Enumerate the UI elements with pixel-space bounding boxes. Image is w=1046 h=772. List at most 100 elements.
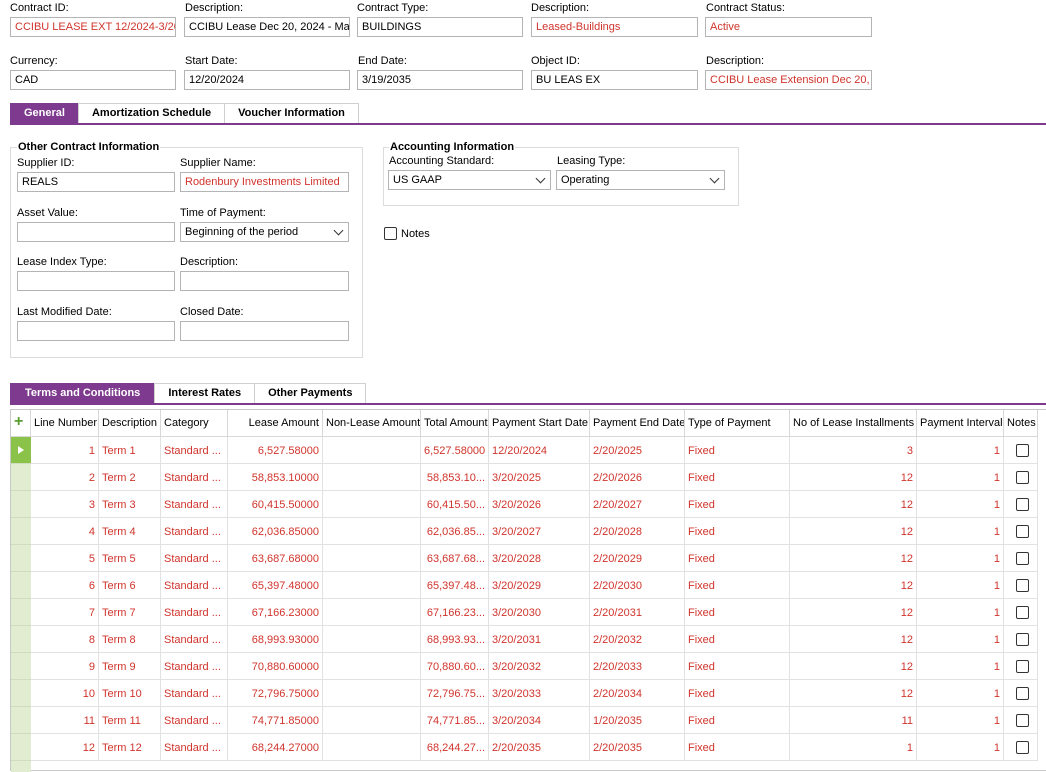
supplier-id-field[interactable]: REALS: [17, 172, 175, 192]
row-notes-checkbox[interactable]: [1016, 741, 1029, 754]
cell-line-number[interactable]: 11: [31, 707, 99, 734]
col-header-category[interactable]: Category: [161, 410, 228, 437]
cell-type-of-payment[interactable]: Fixed: [685, 545, 790, 572]
cell-payment-start-date[interactable]: 3/20/2034: [489, 707, 590, 734]
cell-payment-end-date[interactable]: 2/20/2031: [590, 599, 685, 626]
cell-lease-amount[interactable]: 68,244.27000: [228, 734, 323, 761]
row-selector[interactable]: [11, 599, 31, 626]
cell-line-number[interactable]: 6: [31, 572, 99, 599]
cell-payment-start-date[interactable]: 12/20/2024: [489, 437, 590, 464]
cell-line-number[interactable]: 9: [31, 653, 99, 680]
cell-payment-interval[interactable]: 1: [917, 545, 1004, 572]
cell-lease-amount[interactable]: 58,853.10000: [228, 464, 323, 491]
description2-field[interactable]: Leased-Buildings: [531, 17, 698, 37]
cell-total-amount[interactable]: 68,244.27...: [421, 734, 489, 761]
cell-payment-start-date[interactable]: 3/20/2031: [489, 626, 590, 653]
cell-line-number[interactable]: 2: [31, 464, 99, 491]
cell-total-amount[interactable]: 62,036.85...: [421, 518, 489, 545]
row-selector[interactable]: [11, 734, 31, 761]
col-header-non-lease-amount[interactable]: Non-Lease Amount: [323, 410, 421, 437]
cell-type-of-payment[interactable]: Fixed: [685, 491, 790, 518]
cell-non-lease-amount[interactable]: [323, 626, 421, 653]
cell-non-lease-amount[interactable]: [323, 572, 421, 599]
cell-non-lease-amount[interactable]: [323, 518, 421, 545]
supplier-name-field[interactable]: Rodenbury Investments Limited: [180, 172, 349, 192]
cell-line-number[interactable]: 10: [31, 680, 99, 707]
cell-lease-amount[interactable]: 65,397.48000: [228, 572, 323, 599]
cell-line-number[interactable]: 12: [31, 734, 99, 761]
cell-total-amount[interactable]: 58,853.10...: [421, 464, 489, 491]
col-header-notes[interactable]: Notes: [1004, 410, 1038, 437]
cell-lease-amount[interactable]: 6,527.58000: [228, 437, 323, 464]
cell-payment-end-date[interactable]: 2/20/2029: [590, 545, 685, 572]
cell-payment-end-date[interactable]: 2/20/2033: [590, 653, 685, 680]
cell-no-of-lease-installments[interactable]: 3: [790, 437, 917, 464]
cell-description[interactable]: Term 7: [99, 599, 161, 626]
row-notes-checkbox[interactable]: [1016, 687, 1029, 700]
cell-description[interactable]: Term 10: [99, 680, 161, 707]
cell-no-of-lease-installments[interactable]: 1: [790, 734, 917, 761]
cell-type-of-payment[interactable]: Fixed: [685, 680, 790, 707]
cell-no-of-lease-installments[interactable]: 12: [790, 491, 917, 518]
col-header-no-of-lease-installments[interactable]: No of Lease Installments: [790, 410, 917, 437]
cell-description[interactable]: Term 9: [99, 653, 161, 680]
row-notes-checkbox[interactable]: [1016, 444, 1029, 457]
cell-total-amount[interactable]: 67,166.23...: [421, 599, 489, 626]
cell-payment-end-date[interactable]: 2/20/2030: [590, 572, 685, 599]
cell-payment-end-date[interactable]: 2/20/2034: [590, 680, 685, 707]
cell-total-amount[interactable]: 68,993.93...: [421, 626, 489, 653]
cell-type-of-payment[interactable]: Fixed: [685, 653, 790, 680]
asset-value-field[interactable]: [17, 222, 175, 242]
tab-amortization-schedule[interactable]: Amortization Schedule: [77, 103, 226, 123]
contract-status-field[interactable]: Active: [705, 17, 872, 37]
row-selector[interactable]: [11, 518, 31, 545]
cell-line-number[interactable]: 5: [31, 545, 99, 572]
cell-payment-interval[interactable]: 1: [917, 626, 1004, 653]
cell-description[interactable]: Term 2: [99, 464, 161, 491]
contract-type-field[interactable]: BUILDINGS: [357, 17, 523, 37]
cell-type-of-payment[interactable]: Fixed: [685, 626, 790, 653]
col-header-payment-start-date[interactable]: Payment Start Date: [489, 410, 590, 437]
cell-type-of-payment[interactable]: Fixed: [685, 437, 790, 464]
tab-interest-rates[interactable]: Interest Rates: [154, 383, 256, 403]
cell-category[interactable]: Standard ...: [161, 518, 228, 545]
description1-field[interactable]: CCIBU Lease Dec 20, 2024 - March 19, 203…: [184, 17, 350, 37]
cell-total-amount[interactable]: 6,527.58000: [421, 437, 489, 464]
cell-non-lease-amount[interactable]: [323, 464, 421, 491]
row-notes-checkbox[interactable]: [1016, 660, 1029, 673]
lease-index-type-field[interactable]: [17, 271, 175, 291]
cell-payment-interval[interactable]: 1: [917, 707, 1004, 734]
cell-payment-interval[interactable]: 1: [917, 518, 1004, 545]
cell-total-amount[interactable]: 63,687.68...: [421, 545, 489, 572]
cell-description[interactable]: Term 12: [99, 734, 161, 761]
cell-lease-amount[interactable]: 74,771.85000: [228, 707, 323, 734]
cell-payment-start-date[interactable]: 3/20/2033: [489, 680, 590, 707]
cell-payment-end-date[interactable]: 2/20/2027: [590, 491, 685, 518]
cell-payment-end-date[interactable]: 2/20/2025: [590, 437, 685, 464]
cell-type-of-payment[interactable]: Fixed: [685, 707, 790, 734]
cell-payment-interval[interactable]: 1: [917, 599, 1004, 626]
cell-payment-start-date[interactable]: 3/20/2027: [489, 518, 590, 545]
cell-total-amount[interactable]: 72,796.75...: [421, 680, 489, 707]
tab-other-payments[interactable]: Other Payments: [254, 383, 367, 403]
cell-lease-amount[interactable]: 70,880.60000: [228, 653, 323, 680]
cell-non-lease-amount[interactable]: [323, 437, 421, 464]
cell-payment-end-date[interactable]: 2/20/2035: [590, 734, 685, 761]
cell-payment-interval[interactable]: 1: [917, 653, 1004, 680]
cell-lease-amount[interactable]: 68,993.93000: [228, 626, 323, 653]
cell-non-lease-amount[interactable]: [323, 680, 421, 707]
cell-payment-start-date[interactable]: 2/20/2035: [489, 734, 590, 761]
leasing-type-select[interactable]: Operating: [556, 170, 725, 190]
cell-category[interactable]: Standard ...: [161, 734, 228, 761]
cell-non-lease-amount[interactable]: [323, 491, 421, 518]
cell-description[interactable]: Term 5: [99, 545, 161, 572]
cell-payment-interval[interactable]: 1: [917, 572, 1004, 599]
end-date-field[interactable]: 3/19/2035: [357, 70, 523, 90]
cell-payment-start-date[interactable]: 3/20/2028: [489, 545, 590, 572]
row-selector[interactable]: [11, 464, 31, 491]
row-selector[interactable]: [11, 626, 31, 653]
cell-payment-end-date[interactable]: 2/20/2028: [590, 518, 685, 545]
cell-type-of-payment[interactable]: Fixed: [685, 464, 790, 491]
cell-description[interactable]: Term 4: [99, 518, 161, 545]
closed-date-field[interactable]: [180, 321, 349, 341]
